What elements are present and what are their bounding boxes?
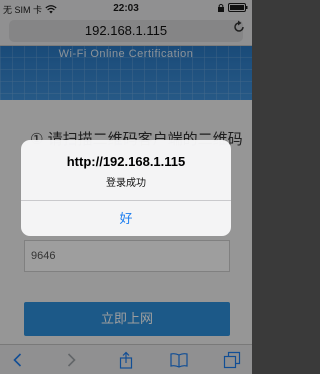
- alert-message: 登录成功: [106, 178, 146, 189]
- alert-ok-button[interactable]: 好: [21, 201, 231, 236]
- alert-dialog: http://192.168.1.115 登录成功 好: [21, 140, 231, 236]
- alert-title: http://192.168.1.115: [66, 154, 186, 169]
